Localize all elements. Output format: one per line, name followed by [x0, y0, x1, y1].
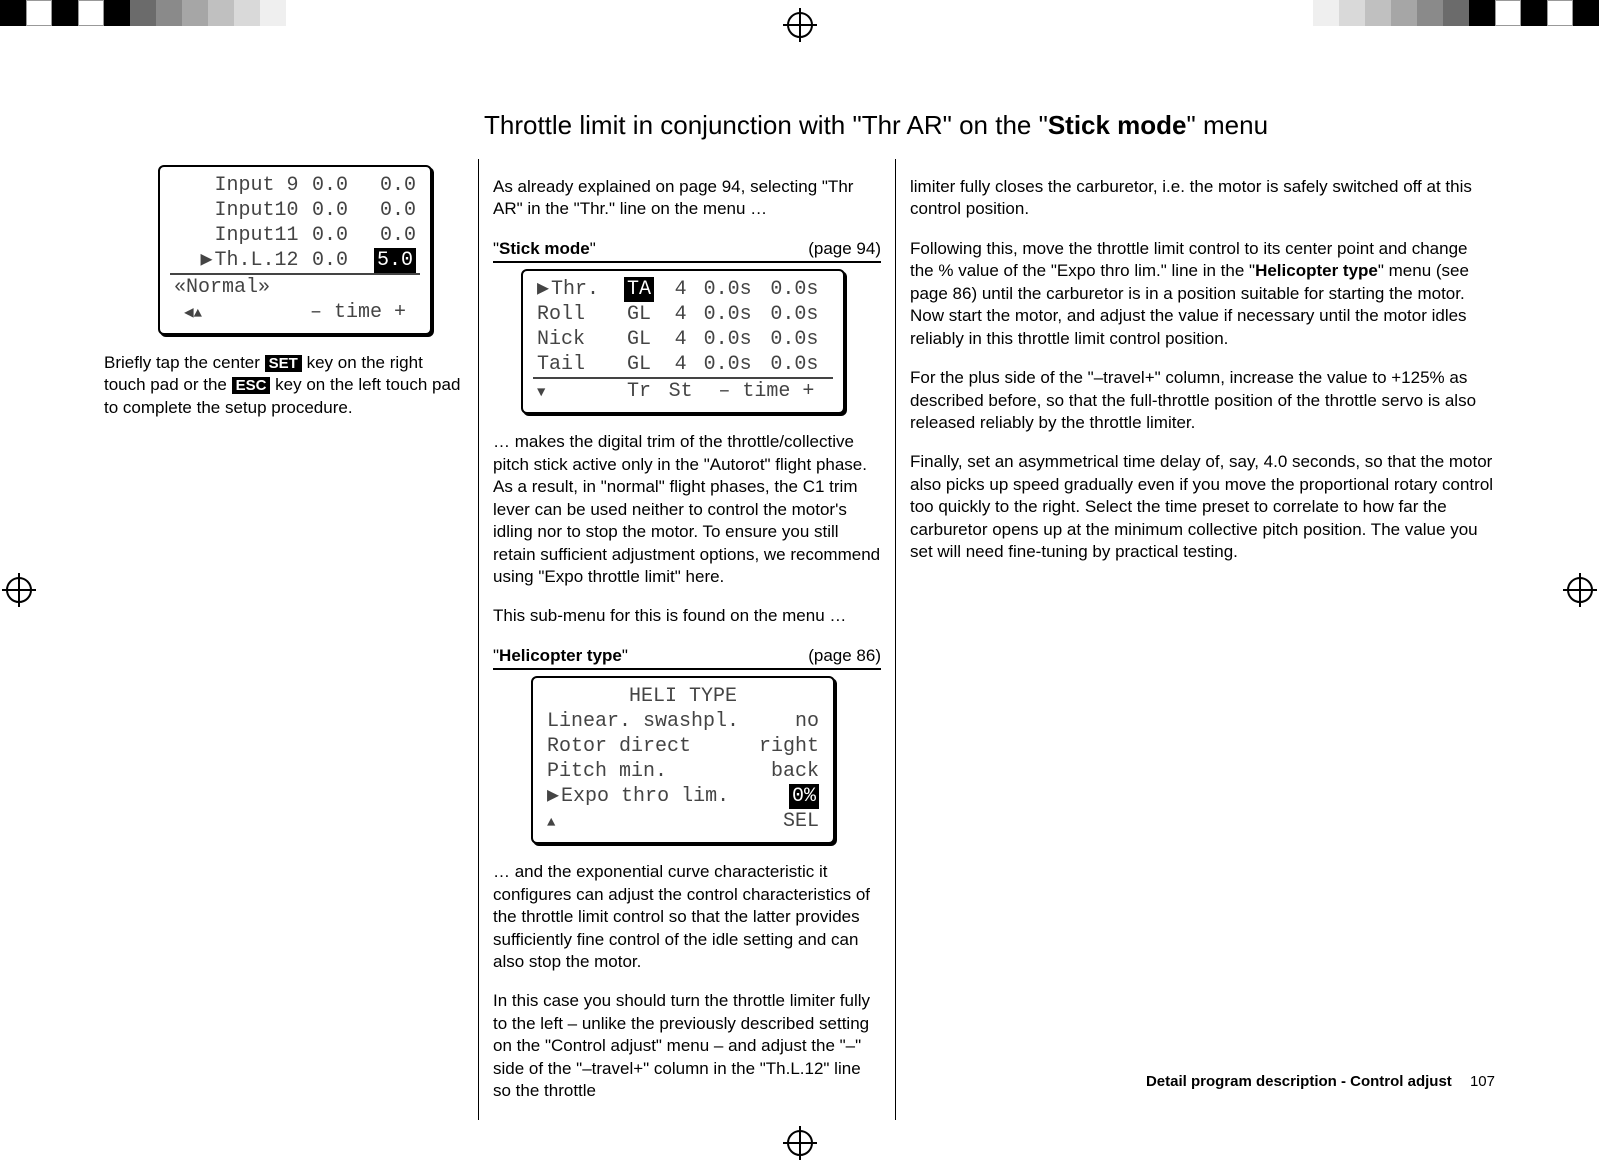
top-right-swatches: [1313, 0, 1599, 26]
bottom-registration-bar: [0, 1128, 1599, 1168]
lcd1-phase: «Normal»: [170, 274, 420, 300]
title-pre: Throttle limit in conjunction with "Thr …: [484, 110, 1048, 140]
lcd1-row-v2: 5.0: [357, 248, 420, 273]
col2-p2: … makes the digital trim of the throttle…: [493, 431, 881, 588]
lcd1-row-v2: 0.0: [357, 223, 420, 248]
lcd2-row-c2: TA: [616, 277, 661, 302]
up-nav-icon: [194, 301, 202, 324]
lcd1-row-v1: 0.0: [303, 248, 358, 273]
page-title: Throttle limit in conjunction with "Thr …: [484, 110, 1495, 141]
col2-p3: This sub-menu for this is found on the m…: [493, 605, 881, 627]
col3-p2: Following this, move the throttle limit …: [910, 238, 1495, 350]
lcd1-foot: – time +: [310, 301, 406, 324]
lcd3-row-label: Rotor direct: [543, 734, 752, 759]
down-nav-icon: [537, 380, 545, 403]
footer-section: Detail program description - Control adj…: [1146, 1073, 1452, 1090]
lcd1-row-v2: 0.0: [357, 198, 420, 223]
lcd2-row-c4: 0.0s: [700, 352, 767, 377]
text-fragment: Helicopter type: [1255, 261, 1378, 280]
lcd1-row-label: Input11: [170, 223, 303, 248]
lcd2-row-c5: 0.0s: [766, 327, 833, 352]
lcd2-row-c5: 0.0s: [766, 277, 833, 302]
lcd2-row-label: Nick: [533, 327, 616, 352]
lcd2-row-label: Tail: [533, 352, 616, 377]
lcd2-row-c3: 4: [662, 352, 700, 377]
lcd2-row-label: Thr.: [533, 277, 616, 302]
lcd2-row-c4: 0.0s: [700, 277, 767, 302]
menu-ref-stick-mode: "Stick mode" (page 94): [493, 238, 881, 263]
lcd2-foot-st: St: [662, 378, 700, 404]
registration-mark-icon: [787, 1130, 813, 1156]
text-fragment: ": [590, 239, 596, 258]
col1-paragraph: Briefly tap the center SET key on the ri…: [104, 352, 464, 419]
lcd2-row-c4: 0.0s: [700, 327, 767, 352]
lcd3-row-val: right: [752, 734, 823, 759]
lcd3-row-label: Linear. swashpl.: [543, 709, 752, 734]
esc-key: ESC: [232, 377, 271, 394]
col2-p1: As already explained on page 94, selecti…: [493, 176, 881, 221]
column-1: Input 90.00.0Input100.00.0Input110.00.0T…: [104, 159, 479, 1120]
lcd3-row-label: Pitch min.: [543, 759, 752, 784]
set-key: SET: [265, 355, 302, 372]
text-fragment: Helicopter type: [499, 646, 622, 665]
lcd2-row-c3: 4: [662, 277, 700, 302]
lcd2-foot-tr: Tr: [616, 378, 661, 404]
title-post: " menu: [1187, 110, 1269, 140]
lcd3-row-val: no: [752, 709, 823, 734]
lcd3-row-val: 0%: [752, 784, 823, 809]
text-fragment: ": [622, 646, 628, 665]
lcd1-row-label: Input 9: [170, 173, 303, 198]
column-3: limiter fully closes the carburetor, i.e…: [896, 159, 1495, 1120]
title-bold: Stick mode: [1048, 110, 1187, 140]
registration-mark-left: [6, 565, 32, 603]
lcd-stick-mode: Thr.TA40.0s0.0sRollGL40.0s0.0sNickGL40.0…: [521, 269, 845, 414]
lcd2-row-c4: 0.0s: [700, 302, 767, 327]
lcd3-foot-sel: SEL: [752, 809, 823, 834]
page-ref: (page 86): [808, 645, 881, 667]
col3-p3: For the plus side of the "–travel+" colu…: [910, 367, 1495, 434]
registration-mark-icon: [787, 12, 813, 38]
column-2: As already explained on page 94, selecti…: [479, 159, 896, 1120]
lcd3-title: HELI TYPE: [543, 684, 823, 709]
lcd1-row-label: Th.L.12: [170, 248, 303, 273]
lcd3-row-val: back: [752, 759, 823, 784]
col2-p5: In this case you should turn the throttl…: [493, 990, 881, 1102]
lcd-control-adjust: Input 90.00.0Input100.00.0Input110.00.0T…: [158, 165, 432, 335]
text-fragment: Stick mode: [499, 239, 590, 258]
lcd2-row-c3: 4: [662, 302, 700, 327]
lcd-heli-type: HELI TYPE Linear. swashpl.noRotor direct…: [531, 676, 835, 844]
left-nav-icon: [184, 301, 194, 324]
lcd2-row-label: Roll: [533, 302, 616, 327]
lcd1-row-label: Input10: [170, 198, 303, 223]
lcd1-row-v2: 0.0: [357, 173, 420, 198]
lcd1-row-v1: 0.0: [303, 223, 358, 248]
lcd3-row-label: Expo thro lim.: [543, 784, 752, 809]
page-content: Throttle limit in conjunction with "Thr …: [104, 78, 1495, 1090]
lcd2-foot-time: – time +: [700, 378, 833, 404]
text-fragment: Briefly tap the center: [104, 353, 265, 372]
footer-page-number: 107: [1470, 1073, 1495, 1090]
top-registration-bar: [0, 0, 1599, 40]
lcd2-row-c5: 0.0s: [766, 352, 833, 377]
content-columns: Input 90.00.0Input100.00.0Input110.00.0T…: [104, 159, 1495, 1120]
top-left-swatches: [0, 0, 286, 26]
lcd2-row-c5: 0.0s: [766, 302, 833, 327]
up-nav-icon: [547, 810, 555, 833]
lcd2-row-c2: GL: [616, 327, 661, 352]
page-ref: (page 94): [808, 238, 881, 260]
menu-ref-heli-type: "Helicopter type" (page 86): [493, 645, 881, 670]
col3-p1: limiter fully closes the carburetor, i.e…: [910, 176, 1495, 221]
registration-mark-right: [1567, 565, 1593, 603]
lcd2-row-c2: GL: [616, 352, 661, 377]
lcd2-row-c3: 4: [662, 327, 700, 352]
col3-p4: Finally, set an asymmetrical time delay …: [910, 451, 1495, 563]
lcd1-row-v1: 0.0: [303, 198, 358, 223]
col2-p4: … and the exponential curve characterist…: [493, 861, 881, 973]
page-footer: Detail program description - Control adj…: [1146, 1073, 1495, 1090]
lcd1-row-v1: 0.0: [303, 173, 358, 198]
lcd2-row-c2: GL: [616, 302, 661, 327]
